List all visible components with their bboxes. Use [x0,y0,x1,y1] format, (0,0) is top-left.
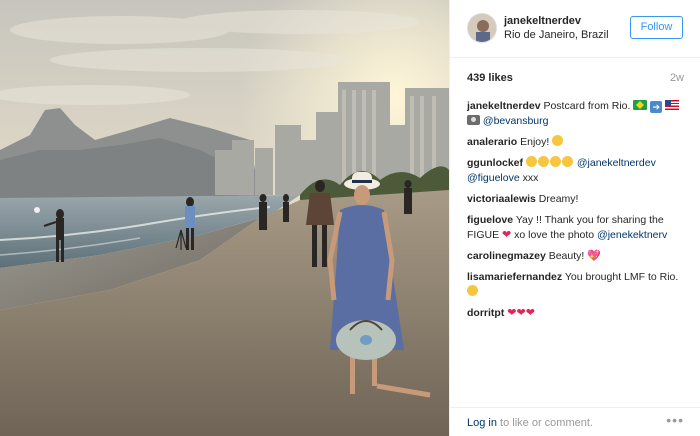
brazil-flag-icon [633,100,648,110]
comment-username[interactable]: carolinegmazey [467,250,546,262]
likes-row: 439 likes 2w [450,58,700,94]
kiss-face-icon [549,156,561,167]
comment: analerario Enjoy! [467,135,689,150]
us-flag-icon [665,100,680,110]
avatar-image [468,14,496,42]
comment-text: Postcard from Rio. [543,100,631,112]
kiss-face-icon [525,156,537,167]
comment: ggunlockef @janekeltnerdev @figuelove xx… [467,156,689,186]
avatar[interactable] [467,13,497,43]
likes-count[interactable]: 439 likes [467,72,513,84]
comment-text: xxx [522,172,539,184]
post-photo[interactable] [0,0,449,436]
kiss-face-icon [552,135,564,146]
comment-text: Beauty! [548,250,585,262]
follow-button[interactable]: Follow [630,16,683,39]
post-header: janekeltnerdev Rio de Janeiro, Brazil Fo… [450,0,700,58]
comment-text: Dreamy! [538,193,579,205]
post-sidebar: janekeltnerdev Rio de Janeiro, Brazil Fo… [449,0,700,436]
comment-username[interactable]: figuelove [467,214,513,226]
arrow-right-icon: ➔ [650,101,663,113]
mention-link[interactable]: @bevansburg [483,115,549,127]
heart-icon: ❤ [502,229,512,241]
comment: carolinegmazey Beauty! 💖 [467,249,689,264]
post-age[interactable]: 2w [670,72,684,84]
smile-icon [467,285,478,296]
heart-icon: ❤ [525,307,535,319]
location-link[interactable]: Rio de Janeiro, Brazil [504,29,609,41]
comment-username[interactable]: victoriaalewis [467,193,536,205]
comment-text: xo love the photo [514,229,595,241]
comment-text: Enjoy! [520,136,550,148]
camera-icon [467,115,480,125]
kiss-face-icon [561,156,573,167]
login-prompt: Log in to like or comment. [467,417,593,429]
login-link[interactable]: Log in [467,417,497,429]
comment-username[interactable]: analerario [467,136,517,148]
comment: dorritpt ❤❤❤ [467,306,689,321]
comment: victoriaalewis Dreamy! [467,192,689,207]
comment-username[interactable]: lisamariefernandez [467,271,562,283]
comment-username[interactable]: ggunlockef [467,157,523,169]
comment-text: You brought LMF to Rio. [564,271,679,283]
comment-username[interactable]: janekeltnerdev [467,100,541,112]
mention-link[interactable]: @janekeltnerdev [577,157,656,169]
post-footer: Log in to like or comment. ••• [450,407,700,436]
caption: janekeltnerdev Postcard from Rio. ➔ @bev… [467,99,689,129]
heart-icon: ❤ [516,307,526,319]
kiss-face-icon [537,156,549,167]
sparkling-heart-icon: 💖 [587,250,601,262]
mention-link[interactable]: @figuelove [467,172,520,184]
comment-username[interactable]: dorritpt [467,307,504,319]
comment: figuelove Yay !! Thank you for sharing t… [467,213,689,243]
username-link[interactable]: janekeltnerdev [504,15,581,27]
login-prompt-text: to like or comment. [500,417,593,429]
comment-list: janekeltnerdev Postcard from Rio. ➔ @bev… [467,99,689,327]
mention-link[interactable]: @jenekektnerv [597,229,667,241]
more-options-icon[interactable]: ••• [666,412,684,428]
comment: lisamariefernandez You brought LMF to Ri… [467,270,689,300]
beach-photo [0,0,449,436]
